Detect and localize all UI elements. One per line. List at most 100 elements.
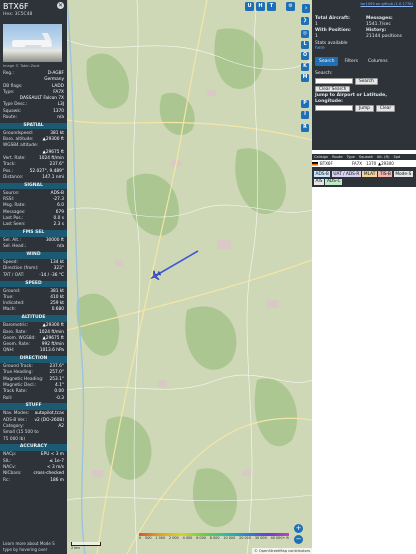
zoom-in-button[interactable]: + — [294, 524, 303, 533]
section-header-fms-sel: FMS SEL — [0, 230, 67, 237]
toggle-t-button[interactable]: T — [267, 2, 276, 11]
info-row: Route: n/a — [3, 115, 64, 121]
section-rows: NACp: EPU < 3 m SIL: ≤ 1e-7 NACv: < 3 m/s NICb… — [0, 452, 67, 483]
section-header-direction: DIRECTION — [0, 356, 67, 363]
settings-gear-icon[interactable]: ⚙ — [286, 2, 295, 11]
info-sections: SPATIAL Groundspeed: 381 kt Baro. altitude:… — [0, 122, 67, 484]
aircraft-photo[interactable] — [3, 24, 62, 62]
info-row-value: n/a — [57, 244, 64, 250]
sidebar-expand-arrow-icon[interactable]: › — [302, 4, 310, 13]
source-badge[interactable]: Mode-S — [393, 171, 413, 177]
info-row-label: QNH: — [3, 348, 15, 354]
info-row-label: TAT / OAT: — [3, 272, 25, 278]
source-badge[interactable]: TIS-B — [378, 171, 393, 177]
info-row-label: Sel. Head.: — [3, 244, 27, 250]
jump-button[interactable]: Jump — [355, 105, 374, 112]
map-view[interactable]: U H T ⚙ › ❯ ◎ L O K M P I R + − 2 km 0 50… — [67, 0, 312, 554]
source-legend: ADS-B UAT / ADS-R MLAT TIS-B Mode-S AIS ADS-C — [312, 167, 416, 187]
source-badge[interactable]: UAT / ADS-R — [331, 171, 361, 177]
toggle-h-button[interactable]: H — [256, 2, 265, 11]
stat-item: History: 21144 positions — [366, 28, 413, 39]
altitude-label: 2 000 — [169, 536, 179, 540]
info-row-value: 2.3 s — [53, 222, 64, 228]
info-row-label: Rc: — [3, 477, 10, 483]
altitude-label: 1 000 — [155, 536, 166, 540]
toggle-p-button[interactable]: P — [301, 100, 309, 108]
toggle-m-button[interactable]: M — [301, 74, 309, 82]
altitude-label: 6 000 — [196, 536, 206, 540]
section-rows: Source: ADS-B RSSI: -27.3 Msg. Rate: 6.0 Messa… — [0, 191, 67, 229]
section-header-altitude: ALTITUDE — [0, 315, 67, 322]
section-rows: Ground Track: 237.6° True Heading: 257.0° Ma… — [0, 364, 67, 402]
jump-label: Jump to Airport or Latitude, Longitude: — [315, 93, 387, 104]
stat-item: Messages: 1541.7/sec — [366, 16, 413, 27]
tab-columns[interactable]: Columns — [364, 57, 392, 66]
clear-jump-button[interactable]: Clear — [375, 105, 396, 112]
center-position-icon[interactable]: ◎ — [301, 30, 309, 38]
table-row[interactable]: BTX6F FA7X 1370 ▲29300 — [312, 160, 416, 167]
info-row: TAT / OAT: -14 / -36 °C — [3, 273, 64, 279]
toggle-o-button[interactable]: O — [301, 52, 309, 60]
section-rows: Ground: 381 kt True: 410 kt Indicated: 259 kt… — [0, 289, 67, 314]
stats-here-link[interactable]: here — [315, 46, 325, 51]
altitude-labels: 0 500 1 000 2 000 4 000 6 000 8 000 10 000 20 00… — [139, 536, 289, 540]
jump-input[interactable] — [315, 105, 353, 112]
toggle-i-button[interactable]: I — [301, 111, 309, 119]
info-row: Sel. Head.: n/a — [3, 244, 64, 250]
stats-note: Stats available here — [315, 41, 413, 51]
altitude-legend: 0 500 1 000 2 000 4 000 6 000 8 000 10 000 20 00… — [139, 532, 289, 540]
row-altitude: ▲29300 — [378, 161, 394, 166]
search-area: Search: Search Clear Search Jump to Airp… — [315, 71, 413, 112]
zoom-out-button[interactable]: − — [294, 535, 303, 544]
toggle-u-button[interactable]: U — [245, 2, 254, 11]
tab-filters[interactable]: Filters — [340, 57, 362, 66]
sidebar-top: tar1090 on github (1.0.1778) Total Aircr… — [312, 0, 416, 150]
info-row: Distance: 147.1 nmi — [3, 175, 64, 181]
info-row: Last Seen: 2.3 s — [3, 222, 64, 228]
altitude-label: 10 000 — [223, 536, 236, 540]
info-row-label: Roll: — [3, 395, 13, 401]
hide-sidebar-icon[interactable]: ❯ — [301, 17, 309, 25]
close-icon[interactable]: ✕ — [57, 2, 64, 9]
map-attribution[interactable]: © OpenStreetMap contributors — [252, 548, 312, 554]
callsign: BTX6F — [3, 2, 29, 11]
github-link[interactable]: tar1090 on github (1.0.1778) — [361, 2, 413, 6]
altitude-label: 20 000 — [239, 536, 251, 540]
info-row-value: A2 — [58, 424, 64, 430]
info-row-label: Type: — [3, 89, 15, 95]
stat-value: 1541.7/sec — [366, 21, 391, 27]
section-header-wind: WIND — [0, 252, 67, 259]
clear-search-button[interactable]: Clear Search — [315, 85, 351, 92]
source-badge[interactable]: ADS-C — [325, 178, 342, 185]
source-badge[interactable]: ADS-B — [314, 171, 331, 177]
search-input[interactable] — [315, 78, 353, 85]
ident-rows: Reg.: D-AGBF Germany DB flags: LADD Type: FA7X… — [0, 71, 67, 121]
toggle-l-button[interactable]: L — [301, 41, 309, 49]
stat-item: With Position: 1 — [315, 28, 362, 39]
search-button[interactable]: Search — [355, 78, 378, 85]
stat-value: 21144 positions — [366, 33, 402, 39]
hex-code: Hex: 3C5C48 — [3, 12, 33, 17]
section-rows: Groundspeed: 381 kt Baro. altitude: ▲29300 … — [0, 131, 67, 181]
stats-grid: Total Aircraft: 1 Messages: 1541.7/sec With … — [315, 16, 413, 39]
row-route — [340, 160, 350, 167]
source-list: ADS-B UAT / ADS-R MLAT TIS-B Mode-S AIS ADS-C — [314, 171, 414, 185]
tab-search[interactable]: Search — [315, 57, 339, 66]
stat-item: Total Aircraft: 1 — [315, 16, 362, 27]
source-badge[interactable]: AIS — [314, 178, 324, 185]
section-header-signal: SIGNAL — [0, 182, 67, 190]
info-row-value: 1013.6 hPa — [39, 348, 64, 354]
aircraft-info-panel: BTX6F Hex: 3C5C48 ✕ Image © Tobin Zouk R… — [0, 0, 67, 554]
sidebar: tar1090 on github (1.0.1778) Total Aircr… — [312, 0, 416, 554]
map-canvas — [67, 0, 312, 554]
row-callsign: BTX6F — [320, 161, 333, 166]
toggle-r-button[interactable]: R — [301, 124, 309, 132]
toggle-k-button[interactable]: K — [301, 63, 309, 71]
row-squawk: 1370 — [366, 161, 377, 166]
section-rows: Barometric: ▲29300 ft Baro. Rate: 1024 ft/m… — [0, 323, 67, 354]
altitude-label: 0 — [139, 536, 142, 540]
info-row-label: Reg.: — [3, 71, 14, 76]
info-row-value: 147.1 nmi — [42, 174, 64, 180]
source-badge[interactable]: MLAT — [362, 171, 377, 177]
info-row: 75 000 lb) — [3, 437, 64, 443]
